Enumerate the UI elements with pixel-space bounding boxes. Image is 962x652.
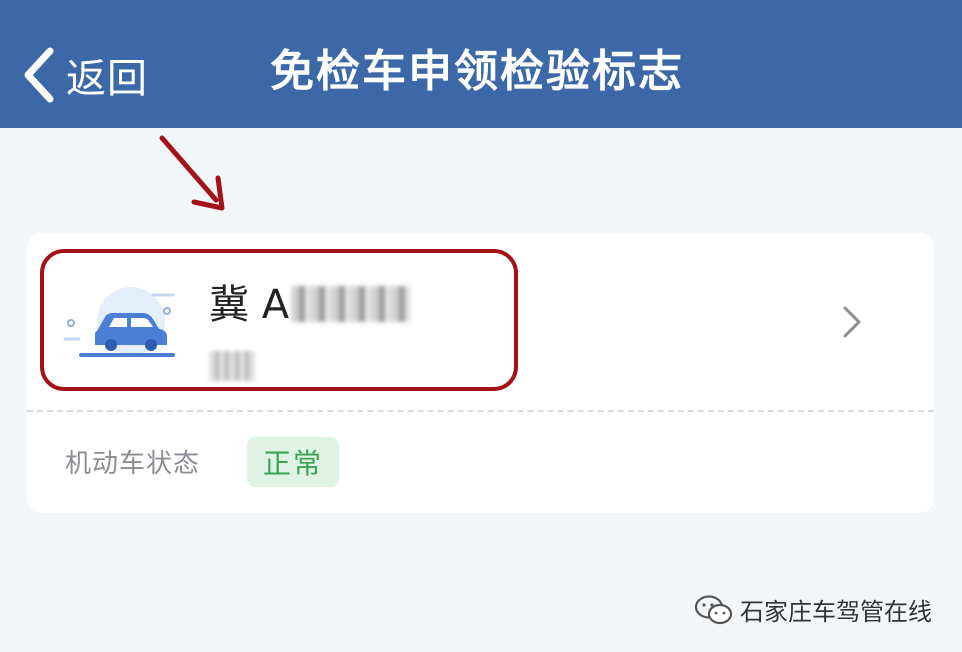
vehicle-status-label: 机动车状态 [65,449,201,479]
vehicle-item[interactable]: 冀 A [27,233,934,411]
page-title: 免检车申领检验标志 [270,46,684,97]
watermark: 石家庄车驾管在线 [694,592,932,627]
vehicle-type-blur-mask [209,351,255,381]
chevron-left-icon [24,47,54,103]
plate-number-text: 冀 A [209,282,290,328]
wechat-icon [694,594,733,624]
back-label: 返回 [66,56,148,102]
chevron-right-icon [843,306,861,338]
divider [27,410,934,412]
vehicle-card: 冀 A 机动车状态 正常 [27,233,934,513]
top-bar: 返回 免检车申领检验标志 [0,0,962,128]
car-icon [63,287,175,357]
plate-number: 冀 A [209,280,412,330]
status-badge: 正常 [247,437,339,487]
annotation-arrow-icon [159,135,225,211]
watermark-text: 石家庄车驾管在线 [740,598,932,626]
back-button[interactable]: 返回 [22,40,148,110]
plate-blur-mask [291,286,412,322]
